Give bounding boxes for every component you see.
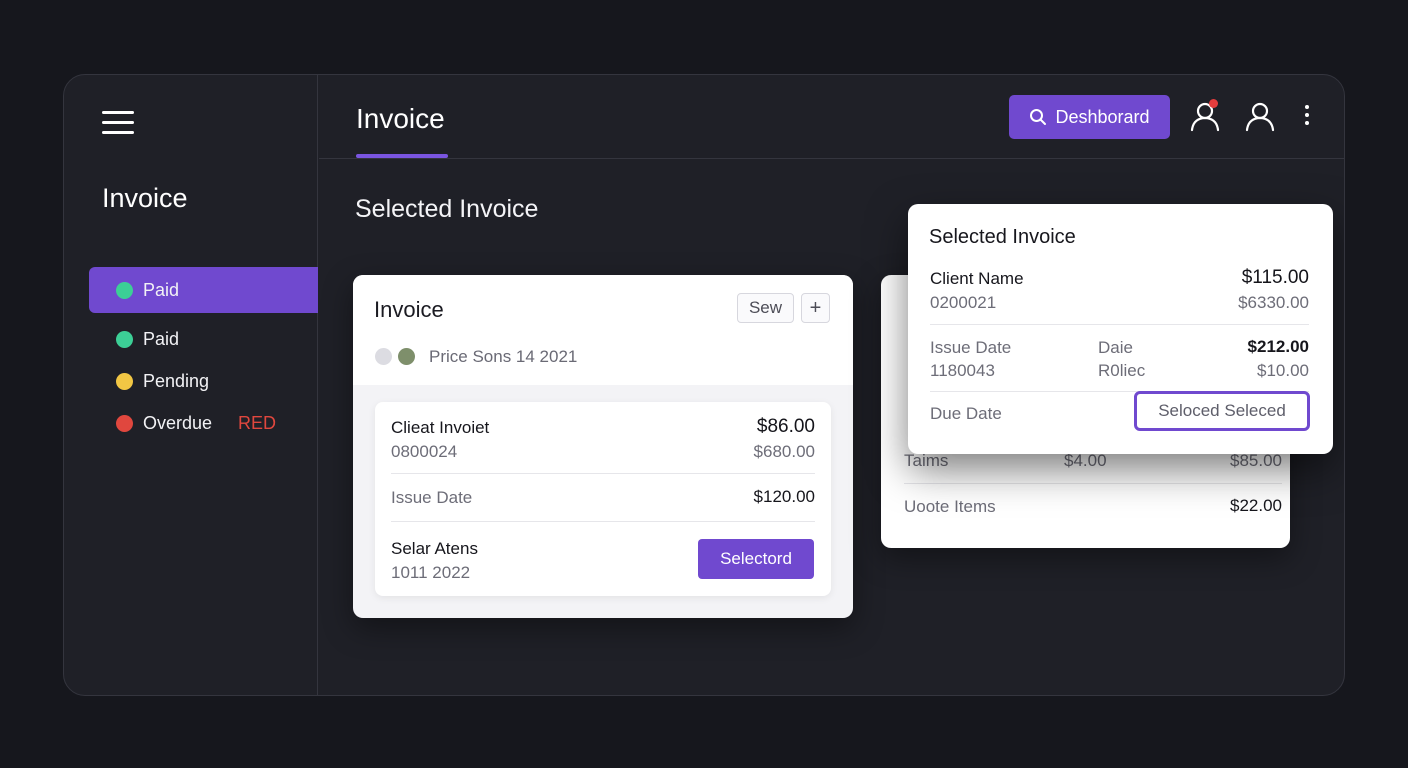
issue-date-label: Issue Date — [930, 338, 1012, 357]
main-area: Invoice Deshborard Selected Invoice Invo… — [319, 75, 1344, 695]
divider — [904, 483, 1282, 484]
row-amount: $86.00 — [756, 416, 815, 437]
sidebar-item-label: Pending — [143, 370, 210, 391]
sew-chip-button[interactable]: Sew — [737, 293, 794, 323]
issue-amount: $212.00 — [1247, 337, 1309, 356]
status-dot-icon — [116, 372, 133, 390]
row-sub: 1011 2022 — [391, 563, 471, 582]
due-date-label: Due Date — [930, 404, 1002, 423]
quote-items-amount: $22.00 — [1230, 496, 1282, 515]
tab-invoice[interactable]: Invoice — [356, 103, 445, 135]
quote-items-label: Uoote Items — [904, 497, 996, 516]
issue-date-amount: $120.00 — [753, 487, 815, 506]
divider — [930, 324, 1309, 325]
invoice-details-panel: Clieat Invoiet 0800024 $86.00 $680.00 Is… — [375, 402, 831, 596]
invoice-card-title: Invoice — [374, 297, 444, 322]
items-label: Taims — [904, 451, 949, 470]
user-profile-icon[interactable] — [1243, 99, 1277, 133]
user-notification-icon[interactable] — [1188, 99, 1222, 133]
sidebar-item-label: Paid — [143, 328, 180, 349]
popup-title: Selected Invoice — [929, 226, 1076, 248]
issue-date-label: Issue Date — [391, 488, 473, 507]
sidebar-item-label: Paid — [143, 279, 180, 300]
menu-icon[interactable] — [102, 111, 134, 135]
selected-invoice-popup: Selected Invoice Client Name 0200021 $11… — [908, 204, 1333, 454]
more-options-icon[interactable] — [1302, 105, 1312, 127]
items-amount: $85.00 — [1230, 451, 1282, 470]
sidebar-item-paid[interactable]: Paid — [89, 316, 318, 362]
selected-outline-button[interactable]: Seloced Seleced — [1134, 391, 1310, 431]
overdue-tag: RED — [238, 412, 277, 433]
issue-sub-amount: $10.00 — [1257, 361, 1309, 380]
sidebar-title: Invoice — [102, 183, 188, 213]
items-mid-value: $4.00 — [1064, 451, 1107, 470]
date-value: R0liec — [1098, 361, 1146, 380]
invoice-card: Invoice Sew + Price Sons 14 2021 Clieat … — [353, 275, 853, 618]
sidebar-item-pending[interactable]: Pending — [89, 358, 318, 404]
divider — [391, 521, 815, 522]
search-button-label: Deshborard — [1055, 106, 1150, 127]
row-sub: 0800024 — [391, 442, 458, 461]
dashboard-search-button[interactable]: Deshborard — [1009, 95, 1170, 139]
section-title: Selected Invoice — [355, 195, 539, 223]
client-name-label: Client Name — [930, 269, 1024, 288]
app-window: Invoice Paid Paid Pending Overdue RED In… — [63, 74, 1345, 696]
invoice-meta: Price Sons 14 2021 — [429, 347, 578, 366]
sidebar: Invoice Paid Paid Pending Overdue RED — [64, 75, 318, 695]
search-icon — [1030, 109, 1047, 125]
selected-button[interactable]: Selectord — [698, 539, 814, 579]
client-id: 0200021 — [930, 293, 997, 312]
client-sub-amount: $6330.00 — [1238, 293, 1309, 312]
row-sub-amount: $680.00 — [753, 442, 815, 461]
sidebar-item-label: Overdue — [143, 412, 213, 433]
client-amount: $115.00 — [1241, 267, 1309, 288]
status-dot-icon — [116, 414, 133, 432]
status-dot-icon — [116, 281, 133, 299]
invoice-card-header — [353, 275, 853, 385]
date-label: Daie — [1098, 338, 1133, 357]
grey-dot-icon — [375, 348, 392, 365]
sidebar-item-paid-active[interactable]: Paid — [89, 267, 318, 313]
green-dot-icon — [398, 348, 415, 365]
divider — [391, 473, 815, 474]
row-label: Clieat Invoiet — [391, 418, 490, 437]
row-label: Selar Atens — [391, 539, 478, 558]
notification-badge — [1209, 99, 1218, 108]
sidebar-item-overdue[interactable]: Overdue RED — [89, 400, 318, 446]
header-divider — [319, 158, 1344, 159]
add-button[interactable]: + — [801, 293, 830, 323]
status-dot-icon — [116, 330, 133, 348]
issue-date-value: 1180043 — [930, 361, 995, 380]
